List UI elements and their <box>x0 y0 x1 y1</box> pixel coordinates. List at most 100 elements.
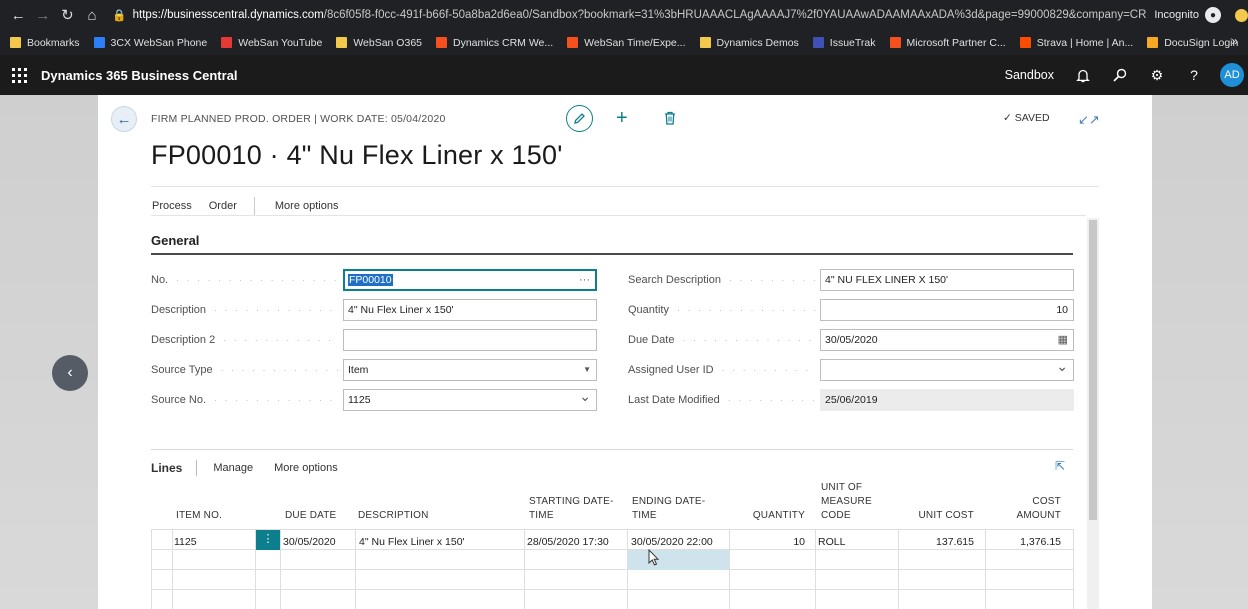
lines-title[interactable]: Lines <box>151 461 182 475</box>
action-order[interactable]: Order <box>209 200 237 212</box>
bookmark-label: Dynamics Demos <box>716 36 799 49</box>
row-actions-button[interactable]: ⋮ <box>256 530 280 550</box>
chevron-down-icon[interactable]: ⌄ <box>1056 360 1068 376</box>
column-header-cost-amount[interactable]: COST AMOUNT <box>1001 495 1061 523</box>
save-status: ✓ SAVED <box>1003 112 1050 124</box>
leader-dots: · · · · · · · · · · · · · · · · · · · · … <box>214 395 339 405</box>
incognito-indicator[interactable]: Incognito ● <box>1154 7 1248 23</box>
address-bar[interactable]: 🔒 https://businesscentral.dynamics.com/8… <box>112 3 1147 27</box>
column-header-item-no[interactable]: ITEM NO. <box>176 509 276 523</box>
bookmark-item[interactable]: Bookmarks <box>10 37 80 49</box>
field-value: 25/06/2019 <box>825 394 878 406</box>
cell-cost-amount[interactable]: 1,376.15 <box>981 535 1061 549</box>
home-icon[interactable]: ⌂ <box>80 2 105 28</box>
expand-icon[interactable]: ⇱ <box>1055 460 1067 472</box>
bookmark-item[interactable]: Dynamics Demos <box>699 36 799 49</box>
user-avatar[interactable]: AD <box>1220 63 1244 87</box>
field-label-due-date: Due Date · · · · · · · · · · · · · · · · … <box>628 329 816 351</box>
scrollbar-thumb[interactable] <box>1089 220 1097 520</box>
lines-action-more-options[interactable]: More options <box>274 462 338 474</box>
bookmark-item[interactable]: WebSan YouTube <box>221 37 322 49</box>
back-button[interactable]: ← <box>111 106 137 132</box>
column-header-starting[interactable]: STARTING DATE-TIME <box>529 495 619 523</box>
previous-record-button[interactable]: ‹ <box>52 355 88 391</box>
field-label-text: Assigned User ID <box>628 364 714 376</box>
back-arrow-icon[interactable]: ← <box>6 2 31 28</box>
reload-icon[interactable]: ↻ <box>55 2 80 28</box>
bookmark-label: WebSan YouTube <box>238 36 323 49</box>
field-input-description[interactable]: 4" Nu Flex Liner x 150' <box>343 299 597 321</box>
help-icon[interactable]: ? <box>1183 64 1205 86</box>
selected-cell[interactable] <box>628 550 729 570</box>
lookup-ellipsis-icon[interactable]: ··· <box>579 271 590 289</box>
bookmark-icon <box>336 37 348 48</box>
leader-dots: · · · · · · · · · · · · · · · · · · · · … <box>682 335 816 345</box>
action-more-options[interactable]: More options <box>275 200 339 212</box>
field-input-source-no[interactable]: 1125 ⌄ <box>343 389 597 411</box>
field-input-quantity[interactable]: 10 <box>820 299 1074 321</box>
bookmark-label: 3CX WebSan Phone <box>110 36 208 49</box>
collapse-icon[interactable]: ↙↗ <box>1078 112 1100 128</box>
column-header-description[interactable]: DESCRIPTION <box>358 509 458 523</box>
cell-ending[interactable]: 30/05/2020 22:00 <box>631 535 713 549</box>
action-process[interactable]: Process <box>152 200 192 212</box>
delete-trash-icon[interactable] <box>663 110 677 126</box>
extension-icon[interactable] <box>1234 8 1248 22</box>
leader-dots: · · · · · · · · · · · · · · · · · · · · … <box>721 365 816 375</box>
new-record-plus-icon[interactable]: + <box>616 108 628 128</box>
dropdown-triangle-icon[interactable]: ▼ <box>583 360 591 380</box>
bookmark-item[interactable]: WebSan Time/Expe... <box>567 37 686 49</box>
forward-arrow-icon[interactable]: → <box>31 2 56 28</box>
vertical-scrollbar[interactable] <box>1087 218 1099 609</box>
cell-item-no[interactable]: 1125 <box>174 535 197 549</box>
field-input-assigned-user-id[interactable]: ⌄ <box>820 359 1074 381</box>
cell-unit-cost[interactable]: 137.615 <box>894 535 974 549</box>
app-launcher-icon[interactable] <box>9 65 29 85</box>
bookmark-item[interactable]: 3CX WebSan Phone <box>93 36 208 49</box>
cell-due-date[interactable]: 30/05/2020 <box>283 535 336 549</box>
calendar-icon[interactable]: ▦ <box>1058 330 1068 350</box>
browser-chrome: ← → ↻ ⌂ 🔒 https://businesscentral.dynami… <box>0 0 1248 55</box>
bookmark-item[interactable]: Microsoft Partner C... <box>889 37 1006 49</box>
divider <box>151 215 1086 216</box>
cell-uom[interactable]: ROLL <box>818 535 845 549</box>
bookmark-label: DocuSign Login <box>1164 36 1239 49</box>
bookmark-icon <box>93 37 105 48</box>
bell-icon[interactable] <box>1072 64 1094 86</box>
field-label-text: Source Type <box>151 364 213 376</box>
bookmark-item[interactable]: DocuSign Login <box>1147 37 1238 49</box>
column-header-unit-cost[interactable]: UNIT COST <box>874 509 974 523</box>
bookmark-item[interactable]: WebSan O365 <box>336 37 422 49</box>
field-input-last-date-modified: 25/06/2019 <box>820 389 1074 411</box>
bookmark-item[interactable]: Dynamics CRM We... <box>436 37 553 49</box>
field-input-source-type[interactable]: Item ▼ <box>343 359 597 381</box>
field-label-assigned-user-id: Assigned User ID · · · · · · · · · · · · … <box>628 359 816 381</box>
edit-pencil-icon[interactable] <box>566 105 593 132</box>
field-label-description: Description · · · · · · · · · · · · · · ·… <box>151 299 339 321</box>
lines-action-manage[interactable]: Manage <box>213 462 253 474</box>
general-section-title[interactable]: General <box>151 233 199 248</box>
cell-description[interactable]: 4" Nu Flex Liner x 150' <box>359 535 465 549</box>
field-input-description-2[interactable] <box>343 329 597 351</box>
bookmark-label: WebSan O365 <box>353 36 422 49</box>
field-label-quantity: Quantity · · · · · · · · · · · · · · · · … <box>628 299 816 321</box>
bookmarks-more-icon[interactable]: » <box>1231 34 1238 48</box>
grid-column-line <box>815 529 816 609</box>
address-row: ← → ↻ ⌂ 🔒 https://businesscentral.dynami… <box>0 0 1248 30</box>
search-icon[interactable] <box>1109 64 1131 86</box>
bookmark-item[interactable]: IssueTrak <box>812 37 876 49</box>
gear-icon[interactable]: ⚙ <box>1146 64 1168 86</box>
leader-dots: · · · · · · · · · · · · · · · · · · · · … <box>220 365 339 375</box>
field-value: FP00010 <box>348 274 393 286</box>
grid-row-line <box>151 529 1073 530</box>
cell-starting[interactable]: 28/05/2020 17:30 <box>527 535 609 549</box>
field-input-search-description[interactable]: 4" NU FLEX LINER X 150' <box>820 269 1074 291</box>
bookmark-item[interactable]: Strava | Home | An... <box>1019 37 1133 49</box>
cell-quantity[interactable]: 10 <box>725 535 805 549</box>
field-input-no[interactable]: FP00010 ··· <box>343 269 597 291</box>
chevron-down-icon[interactable]: ⌄ <box>579 390 591 406</box>
column-header-quantity[interactable]: QUANTITY <box>705 509 805 523</box>
field-value: 1125 <box>348 394 371 406</box>
save-status-label: SAVED <box>1014 112 1050 124</box>
field-input-due-date[interactable]: 30/05/2020 ▦ <box>820 329 1074 351</box>
